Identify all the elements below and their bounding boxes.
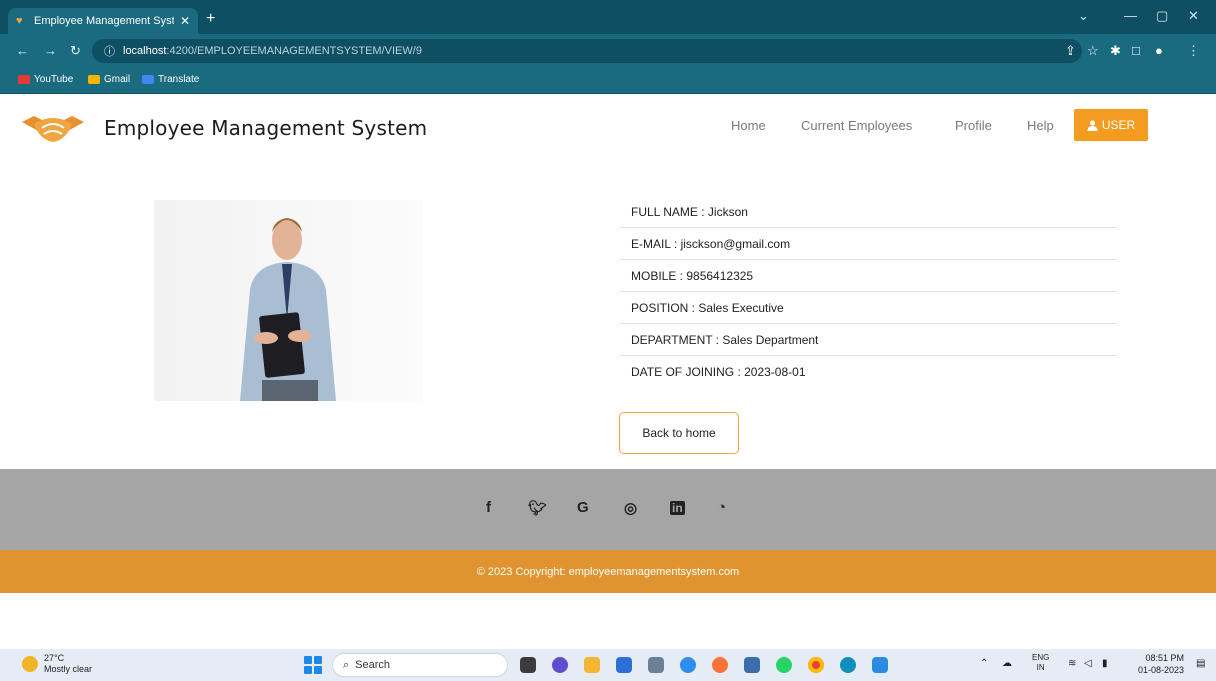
tab-search-icon[interactable]: ⌄ (1078, 8, 1089, 24)
url-path: :4200/EMPLOYEEMANAGEMENTSYSTEM/VIEW/9 (166, 45, 422, 57)
url-field[interactable]: ⓘ localhost:4200/EMPLOYEEMANAGEMENTSYSTE… (92, 39, 1082, 63)
language-top: ENG (1032, 653, 1050, 662)
bookmark-translate[interactable]: Translate (142, 74, 199, 85)
notification-icon[interactable]: ▤ (1196, 658, 1205, 669)
extensions-icon[interactable]: ✱ (1110, 43, 1121, 59)
taskbar-search-label: Search (355, 659, 391, 671)
task-view-icon[interactable] (520, 657, 536, 673)
search-icon: ⌕ (343, 658, 350, 671)
clock-date: 01-08-2023 (1138, 665, 1185, 675)
nav-help[interactable]: Help (1027, 118, 1054, 133)
bookmark-label: YouTube (34, 74, 74, 85)
close-window-icon[interactable]: ✕ (1188, 8, 1199, 24)
linkedin-icon[interactable]: in (670, 501, 685, 515)
store-icon[interactable] (744, 657, 760, 673)
profile-avatar-icon[interactable]: ● (1155, 43, 1163, 58)
google-icon[interactable]: G (577, 499, 589, 516)
chat-icon[interactable] (552, 657, 568, 673)
translate-icon (142, 75, 154, 84)
edge-icon[interactable] (840, 657, 856, 673)
language-indicator[interactable]: ENG IN (1032, 653, 1049, 673)
detail-full-name: FULL NAME : Jickson (620, 196, 1118, 228)
camera-icon[interactable] (648, 657, 664, 673)
handshake-favicon-icon: ♥ (16, 15, 23, 27)
user-button[interactable]: USER (1074, 109, 1148, 141)
detail-position: POSITION : Sales Executive (620, 292, 1118, 324)
reload-icon[interactable]: ↻ (70, 43, 81, 59)
weather-moon-icon (22, 656, 38, 672)
battery-icon[interactable]: ▮ (1102, 658, 1108, 669)
employee-photo (154, 200, 423, 401)
zoom-icon[interactable] (680, 657, 696, 673)
employee-details: FULL NAME : Jickson E-MAIL : jisckson@gm… (620, 196, 1118, 388)
tray-chevron-icon[interactable]: ⌃ (980, 658, 988, 669)
tab-title: Employee Management System (34, 15, 174, 27)
facebook-icon[interactable]: f (486, 499, 491, 516)
browser-tab-bar: ♥ Employee Management System ✕ + ⌄ — ▢ ✕ (0, 0, 1216, 34)
footer-social-bar: f 🐦︎ G ◎ in ◔ (0, 469, 1216, 550)
nav-current-employees[interactable]: Current Employees (801, 118, 912, 133)
taskbar-clock[interactable]: 08:51 PM 01-08-2023 (1138, 652, 1184, 676)
share-icon[interactable]: ⇪ (1065, 43, 1076, 59)
footer-copyright: © 2023 Copyright: employeemanagementsyst… (0, 550, 1216, 593)
github-icon[interactable]: ◔ (717, 499, 726, 516)
vscode-icon[interactable] (872, 657, 888, 673)
volume-icon[interactable]: ◁ (1084, 658, 1092, 669)
nav-home[interactable]: Home (731, 118, 766, 133)
windows-start-icon[interactable] (304, 656, 322, 674)
bookmarks-bar: YouTube Gmail Translate (0, 68, 1216, 94)
detail-date-of-joining: DATE OF JOINING : 2023-08-01 (631, 365, 806, 379)
url-host: localhost (123, 45, 167, 57)
bookmark-youtube[interactable]: YouTube (18, 74, 73, 85)
weather-condition: Mostly clear (44, 664, 93, 674)
youtube-icon (18, 75, 30, 84)
site-title[interactable]: Employee Management System (104, 116, 427, 140)
taskbar-search[interactable]: ⌕ Search (332, 653, 508, 677)
wifi-icon[interactable]: ≋ (1068, 658, 1076, 669)
whatsapp-icon[interactable] (776, 657, 792, 673)
bookmark-star-icon[interactable]: ☆ (1087, 43, 1099, 59)
bookmark-label: Gmail (104, 74, 131, 85)
handshake-logo-icon[interactable] (20, 110, 86, 146)
chrome-icon[interactable] (808, 657, 824, 673)
browser-menu-icon[interactable]: ⋮ (1187, 43, 1200, 59)
minimize-icon[interactable]: — (1124, 8, 1137, 23)
user-button-label: USER (1101, 118, 1136, 132)
bookmark-gmail[interactable]: Gmail (88, 74, 130, 85)
clock-time: 08:51 PM (1145, 653, 1185, 663)
twitter-icon[interactable]: 🐦︎ (528, 499, 547, 517)
detail-mobile: MOBILE : 9856412325 (620, 260, 1118, 292)
detail-email: E-MAIL : jisckson@gmail.com (620, 228, 1118, 260)
gmail-icon (88, 75, 100, 84)
weather-widget[interactable]: 27°C Mostly clear (22, 653, 92, 675)
restore-icon[interactable]: ▢ (1156, 8, 1168, 24)
windows-taskbar: 27°C Mostly clear ⌕ Search ⌃ ☁ ENG IN ≋ … (0, 649, 1216, 681)
user-icon (1087, 119, 1098, 131)
firefox-icon[interactable] (712, 657, 728, 673)
browser-address-bar: ← → ↻ ⓘ localhost:4200/EMPLOYEEMANAGEMEN… (0, 34, 1216, 68)
language-bottom: IN (1036, 663, 1045, 672)
forward-arrow-icon[interactable]: → (44, 43, 57, 58)
new-tab-icon[interactable]: + (206, 10, 215, 28)
employee-portrait-image (240, 218, 336, 401)
file-explorer-icon[interactable] (584, 657, 600, 673)
teams-icon[interactable] (616, 657, 632, 673)
detail-department: DEPARTMENT : Sales Department (620, 324, 1118, 356)
back-arrow-icon[interactable]: ← (16, 43, 29, 58)
instagram-icon[interactable]: ◎ (624, 499, 637, 517)
nav-profile[interactable]: Profile (955, 118, 992, 133)
tray-app-icon[interactable]: ☁ (1002, 658, 1012, 669)
temperature: 27°C (44, 653, 65, 663)
back-to-home-button[interactable]: Back to home (619, 412, 739, 454)
browser-tab[interactable]: ♥ Employee Management System ✕ (8, 8, 198, 34)
site-info-icon[interactable]: ⓘ (104, 43, 115, 59)
side-panel-icon[interactable]: □ (1132, 43, 1140, 58)
bookmark-label: Translate (158, 74, 200, 85)
tab-close-icon[interactable]: ✕ (180, 14, 190, 28)
